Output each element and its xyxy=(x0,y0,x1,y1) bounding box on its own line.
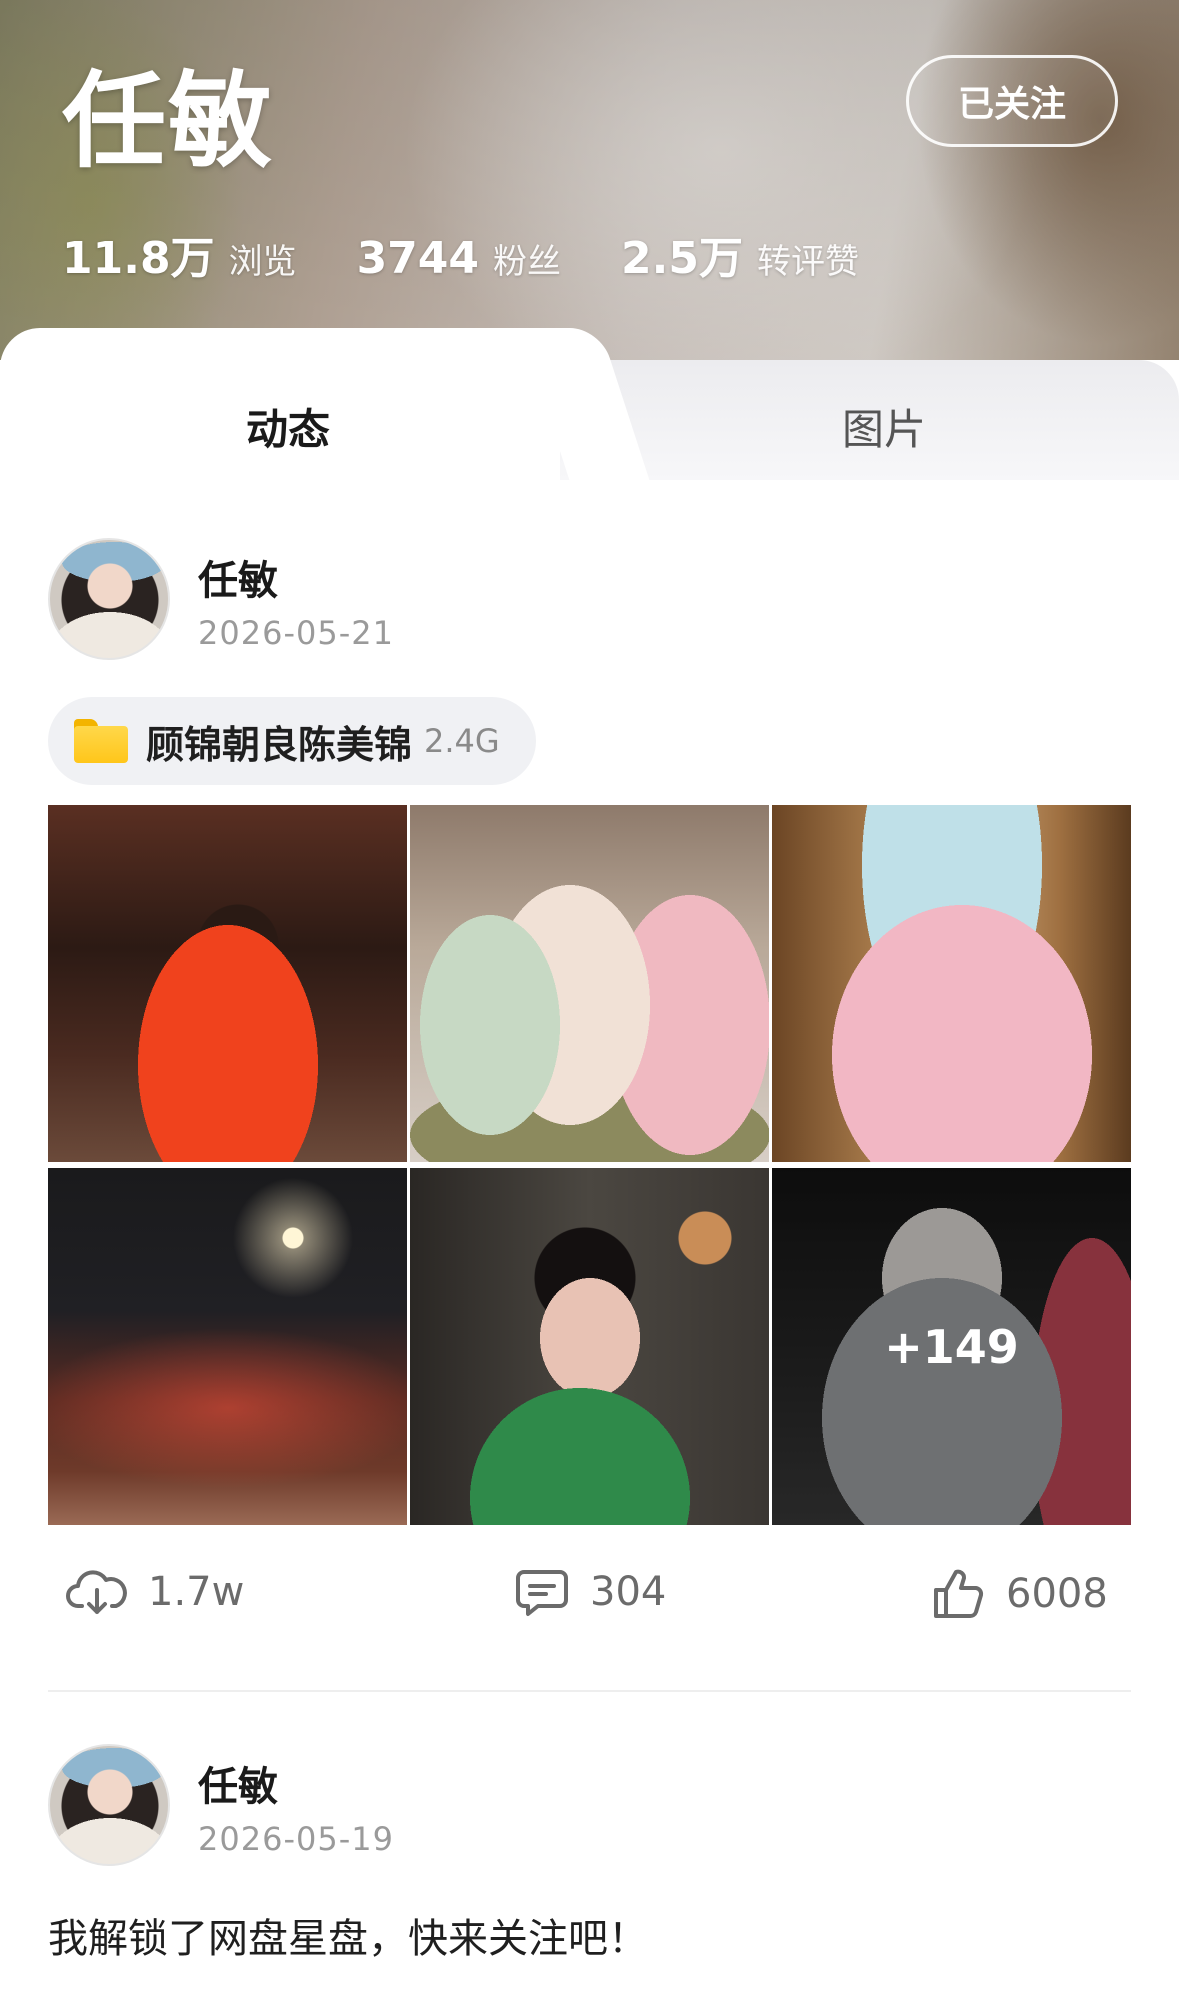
photo-thumbnail[interactable] xyxy=(410,805,769,1162)
folder-size: 2.4G xyxy=(424,722,500,760)
folder-name: 顾锦朝良陈美锦 xyxy=(146,722,413,767)
post-text: 我解锁了网盘星盘，快来关注吧！ xyxy=(48,1916,648,1962)
more-photos-count: +149 xyxy=(772,1168,1131,1525)
stat-label: 粉丝 xyxy=(493,242,562,282)
photo-grid: +149 xyxy=(48,805,1131,1525)
stat-fans[interactable]: 3744 粉丝 xyxy=(357,233,561,284)
post-author[interactable]: 任敏 xyxy=(198,1754,278,1812)
photo-thumbnail[interactable] xyxy=(48,805,407,1162)
shared-folder-chip[interactable]: 顾锦朝良陈美锦 2.4G xyxy=(48,697,536,785)
photo-thumbnail[interactable] xyxy=(48,1168,407,1525)
profile-stats: 11.8万 浏览 3744 粉丝 2.5万 转评赞 xyxy=(62,222,919,286)
photo-thumbnail-more[interactable]: +149 xyxy=(772,1168,1131,1525)
post-date: 2026-05-21 xyxy=(198,614,394,652)
like-action[interactable]: 6008 xyxy=(930,1566,1108,1622)
avatar[interactable] xyxy=(48,538,170,660)
photo-thumbnail[interactable] xyxy=(772,805,1131,1162)
cloud-download-icon xyxy=(66,1570,127,1614)
tab-photos[interactable]: 图片 xyxy=(842,396,926,457)
download-action[interactable]: 1.7w xyxy=(66,1566,244,1618)
profile-name: 任敏 xyxy=(62,60,275,182)
stat-views: 11.8万 浏览 xyxy=(62,222,297,286)
stat-value: 11.8万 xyxy=(62,233,215,284)
comment-icon xyxy=(516,1570,568,1616)
post-divider xyxy=(48,1690,1131,1692)
stat-label: 浏览 xyxy=(228,242,297,282)
post-date: 2026-05-19 xyxy=(198,1820,394,1858)
follow-button[interactable]: 已关注 xyxy=(906,55,1118,147)
avatar[interactable] xyxy=(48,1744,170,1866)
download-count: 1.7w xyxy=(148,1569,245,1615)
post-author[interactable]: 任敏 xyxy=(198,548,278,606)
stat-engagement: 2.5万 转评赞 xyxy=(621,222,859,286)
post-actions: 1.7w 304 6008 xyxy=(0,1566,1179,1646)
like-count: 6008 xyxy=(1006,1571,1108,1617)
comment-action[interactable]: 304 xyxy=(514,1566,666,1618)
folder-icon xyxy=(74,719,128,763)
photo-thumbnail[interactable] xyxy=(410,1168,769,1525)
thumbs-up-icon xyxy=(934,1569,984,1618)
tab-posts[interactable]: 动态 xyxy=(246,396,330,457)
stat-label: 转评赞 xyxy=(756,242,859,282)
comment-count: 304 xyxy=(590,1569,667,1615)
stat-value: 2.5万 xyxy=(621,233,743,284)
stat-value: 3744 xyxy=(356,233,480,284)
